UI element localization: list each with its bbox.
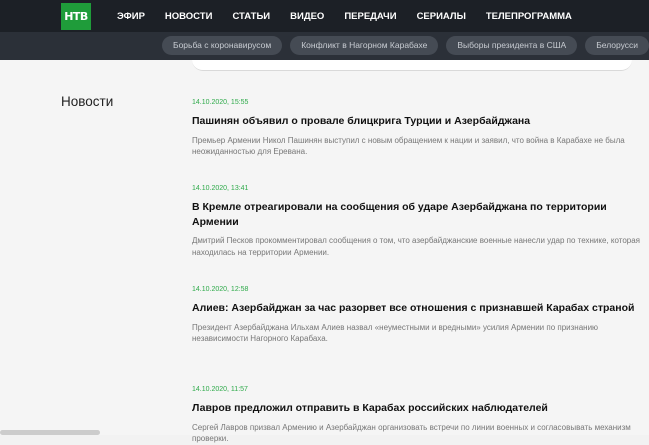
topic-tags-bar: Борьба с коронавирусом Конфликт в Нагорн… bbox=[0, 32, 649, 60]
section-title: Новости bbox=[61, 94, 114, 109]
news-item[interactable]: 14.10.2020, 11:57 Лавров предложил отпра… bbox=[192, 385, 642, 445]
nav-item-serialy[interactable]: СЕРИАЛЫ bbox=[417, 11, 466, 22]
nav-item-stati[interactable]: СТАТЬИ bbox=[232, 11, 270, 22]
nav-item-novosti[interactable]: НОВОСТИ bbox=[165, 11, 213, 22]
nav-item-teleprogramma[interactable]: ТЕЛЕПРОГРАММА bbox=[486, 11, 572, 22]
news-date: 14.10.2020, 15:55 bbox=[192, 99, 249, 106]
news-date: 14.10.2020, 12:58 bbox=[192, 286, 249, 293]
dropdown-shadow-edge bbox=[192, 60, 632, 71]
news-lead: Президент Азербайджана Ильхам Алиев назв… bbox=[192, 322, 599, 344]
news-title-link[interactable]: Алиев: Азербайджан за час разорвет все о… bbox=[192, 301, 642, 316]
tag-belarus[interactable]: Белорусси bbox=[585, 36, 649, 55]
nav-item-peredachi[interactable]: ПЕРЕДАЧИ bbox=[344, 11, 396, 22]
tag-karabakh[interactable]: Конфликт в Нагорном Карабахе bbox=[290, 36, 439, 55]
nav-item-efir[interactable]: ЭФИР bbox=[117, 11, 145, 22]
tag-coronavirus[interactable]: Борьба с коронавирусом bbox=[162, 36, 283, 55]
ntv-logo[interactable]: НТВ bbox=[61, 3, 91, 30]
news-title-link[interactable]: Пашинян объявил о провале блицкрига Турц… bbox=[192, 114, 642, 129]
news-lead: Премьер Армении Никол Пашинян выступил с… bbox=[192, 135, 625, 157]
tag-us-election[interactable]: Выборы президента в США bbox=[446, 36, 578, 55]
news-date: 14.10.2020, 11:57 bbox=[192, 386, 248, 393]
news-date: 14.10.2020, 13:41 bbox=[192, 185, 249, 192]
news-item[interactable]: 14.10.2020, 13:41 В Кремле отреагировали… bbox=[192, 184, 642, 258]
news-item[interactable]: 14.10.2020, 12:58 Алиев: Азербайджан за … bbox=[192, 285, 642, 345]
nav-item-video[interactable]: ВИДЕО bbox=[290, 11, 324, 22]
horizontal-scrollbar[interactable] bbox=[0, 430, 100, 435]
main-nav: ЭФИР НОВОСТИ СТАТЬИ ВИДЕО ПЕРЕДАЧИ СЕРИА… bbox=[117, 0, 592, 32]
top-navigation-bar: НТВ ЭФИР НОВОСТИ СТАТЬИ ВИДЕО ПЕРЕДАЧИ С… bbox=[0, 0, 649, 32]
news-item[interactable]: 14.10.2020, 15:55 Пашинян объявил о пров… bbox=[192, 98, 642, 158]
news-lead: Дмитрий Песков прокомментировал сообщени… bbox=[192, 236, 640, 257]
news-title-link[interactable]: Лавров предложил отправить в Карабах рос… bbox=[192, 401, 642, 416]
news-lead: Сергей Лавров призвал Армению и Азербайд… bbox=[192, 422, 631, 444]
news-title-link[interactable]: В Кремле отреагировали на сообщения об у… bbox=[192, 200, 642, 229]
